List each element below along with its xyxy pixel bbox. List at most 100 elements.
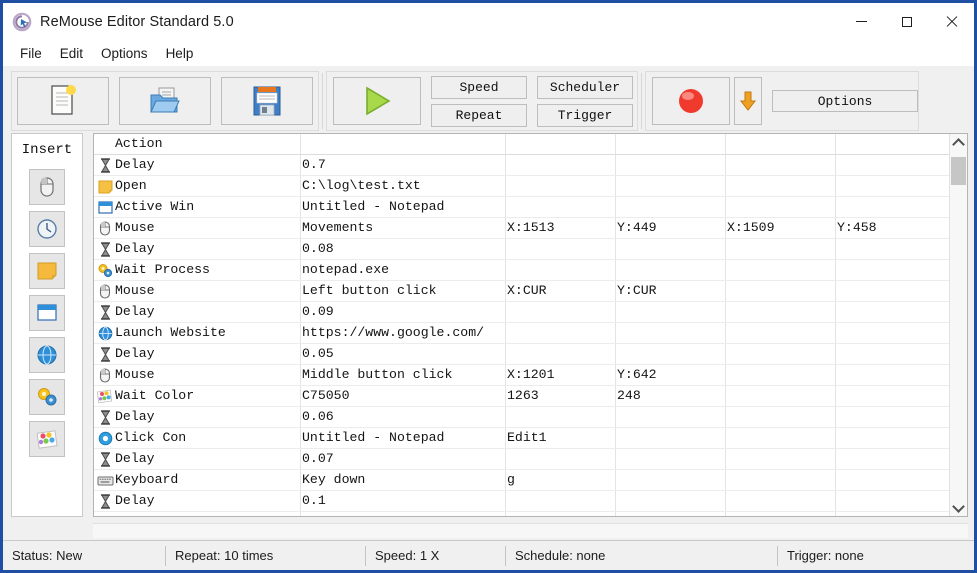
- floppy-save-icon: [252, 85, 282, 117]
- cell-action: Delay: [115, 409, 155, 424]
- mouse-icon: [38, 176, 56, 198]
- play-button[interactable]: [333, 77, 421, 125]
- keyboard-icon: [96, 470, 114, 491]
- scrollbar-thumb[interactable]: [951, 157, 966, 185]
- hourglass-icon: [96, 344, 114, 365]
- sidebar-item-insert-open-file[interactable]: [29, 253, 65, 289]
- table-row[interactable]: Launch Website https://www.google.com/: [94, 323, 949, 344]
- table-row[interactable]: Delay 0.06: [94, 407, 949, 428]
- record-dropdown-button[interactable]: [734, 77, 762, 125]
- new-button[interactable]: [17, 77, 109, 125]
- status-bar: Status: New Repeat: 10 times Speed: 1 X …: [3, 540, 974, 570]
- hourglass-icon: [96, 155, 114, 176]
- cell-value: 0.07: [302, 451, 334, 466]
- cell-param-1: X:1513: [507, 220, 555, 235]
- cell-value: C75050: [302, 388, 350, 403]
- table-row[interactable]: Delay 0.1: [94, 491, 949, 512]
- globe-icon: [36, 344, 58, 366]
- scrollbar-track[interactable]: [950, 151, 967, 499]
- save-button[interactable]: [221, 77, 313, 125]
- application-window: ReMouse Editor Standard 5.0 File Edit Op…: [0, 0, 977, 573]
- color-palette-icon: [35, 428, 59, 450]
- remouse-logo-icon: [12, 12, 32, 32]
- cell-action: Active Win: [115, 199, 195, 214]
- cell-value: 0.09: [302, 304, 334, 319]
- open-button[interactable]: [119, 77, 211, 125]
- scroll-down-button[interactable]: [950, 499, 967, 516]
- toolbar-group-file: [11, 71, 319, 131]
- table-row[interactable]: Mouse Left button click X:CUR Y:CUR: [94, 281, 949, 302]
- close-button[interactable]: [929, 3, 974, 40]
- sidebar-item-insert-wait-color[interactable]: [29, 421, 65, 457]
- cell-value: 0.08: [302, 241, 334, 256]
- trigger-button[interactable]: Trigger: [537, 103, 633, 127]
- toolbar-divider-2: [641, 73, 642, 129]
- chevron-down-icon: [952, 499, 965, 513]
- toolbar: Speed Scheduler Repeat Trigger Options: [3, 66, 974, 133]
- cell-value: 0.7: [302, 157, 326, 172]
- record-button[interactable]: [652, 77, 730, 125]
- cell-action: Wait Color: [115, 388, 195, 403]
- menu-bar: File Edit Options Help: [3, 40, 974, 66]
- toolbar-group-play: Speed Scheduler Repeat Trigger: [326, 71, 638, 131]
- cell-value: 0.1: [302, 493, 326, 508]
- cell-action: Mouse: [115, 367, 155, 382]
- status-field: Status: New: [3, 545, 166, 566]
- cell-value: Movements: [302, 220, 374, 235]
- menu-item-options[interactable]: Options: [92, 43, 157, 64]
- scroll-up-button[interactable]: [950, 134, 967, 151]
- body-area: Insert Action Delay 0.7 Open C:\log\test…: [3, 133, 974, 523]
- table-row[interactable]: Delay 0.07: [94, 449, 949, 470]
- cell-value: C:\log\test.txt: [302, 178, 421, 193]
- action-list: Action Delay 0.7 Open C:\log\test.txt Active…: [93, 133, 968, 517]
- minimize-button[interactable]: [839, 3, 884, 40]
- playback-settings-buttons: Speed Scheduler Repeat Trigger: [431, 75, 633, 127]
- cell-action: Delay: [115, 241, 155, 256]
- cell-action: Delay: [115, 157, 155, 172]
- cell-action: Mouse: [115, 283, 155, 298]
- folder-note-icon: [96, 176, 114, 197]
- options-button[interactable]: Options: [772, 90, 918, 112]
- hourglass-icon: [96, 491, 114, 512]
- menu-item-edit[interactable]: Edit: [51, 43, 92, 64]
- table-row[interactable]: Mouse Middle button click X:1201 Y:642: [94, 365, 949, 386]
- speed-button[interactable]: Speed: [431, 75, 527, 99]
- scheduler-button[interactable]: Scheduler: [537, 75, 633, 99]
- table-row[interactable]: Wait Process notepad.exe: [94, 260, 949, 281]
- cell-value: notepad.exe: [302, 262, 390, 277]
- table-row[interactable]: Click Con Untitled - Notepad Edit1: [94, 428, 949, 449]
- vertical-scrollbar[interactable]: [949, 134, 967, 516]
- table-row[interactable]: Delay 0.7: [94, 155, 949, 176]
- table-row[interactable]: Mouse Movements X:1513 Y:449 X:1509 Y:458: [94, 218, 949, 239]
- cell-action: Delay: [115, 346, 155, 361]
- sidebar-item-insert-mouse[interactable]: [29, 169, 65, 205]
- table-row[interactable]: Active Win Untitled - Notepad: [94, 197, 949, 218]
- table-row[interactable]: Delay 0.09: [94, 302, 949, 323]
- window-title: ReMouse Editor Standard 5.0: [40, 13, 234, 30]
- toolbar-group-record: Options: [645, 71, 919, 131]
- cell-value: Untitled - Notepad: [302, 199, 445, 214]
- sidebar-item-insert-launch-website[interactable]: [29, 337, 65, 373]
- new-document-icon: [48, 84, 78, 118]
- cell-param-1: X:CUR: [507, 283, 547, 298]
- clock-icon: [36, 218, 58, 240]
- title-bar: ReMouse Editor Standard 5.0: [3, 3, 974, 40]
- menu-item-file[interactable]: File: [11, 43, 51, 64]
- sidebar-item-insert-delay[interactable]: [29, 211, 65, 247]
- maximize-button[interactable]: [884, 3, 929, 40]
- menu-item-help[interactable]: Help: [157, 43, 203, 64]
- repeat-button[interactable]: Repeat: [431, 103, 527, 127]
- table-row[interactable]: Delay 0.05: [94, 344, 949, 365]
- sidebar-item-insert-wait-process[interactable]: [29, 379, 65, 415]
- cell-value: Middle button click: [302, 367, 453, 382]
- gears-icon: [35, 386, 59, 408]
- horizontal-scrollbar[interactable]: [93, 523, 968, 538]
- table-row[interactable]: Open C:\log\test.txt: [94, 176, 949, 197]
- table-row[interactable]: Wait Color C75050 1263 248: [94, 386, 949, 407]
- table-row[interactable]: Delay 0.08: [94, 239, 949, 260]
- mouse-icon: [96, 218, 114, 239]
- column-header-action[interactable]: Action: [115, 134, 162, 155]
- sidebar-item-insert-active-window[interactable]: [29, 295, 65, 331]
- table-row[interactable]: Keyboard Key down g: [94, 470, 949, 491]
- cell-param-2: Y:642: [617, 367, 657, 382]
